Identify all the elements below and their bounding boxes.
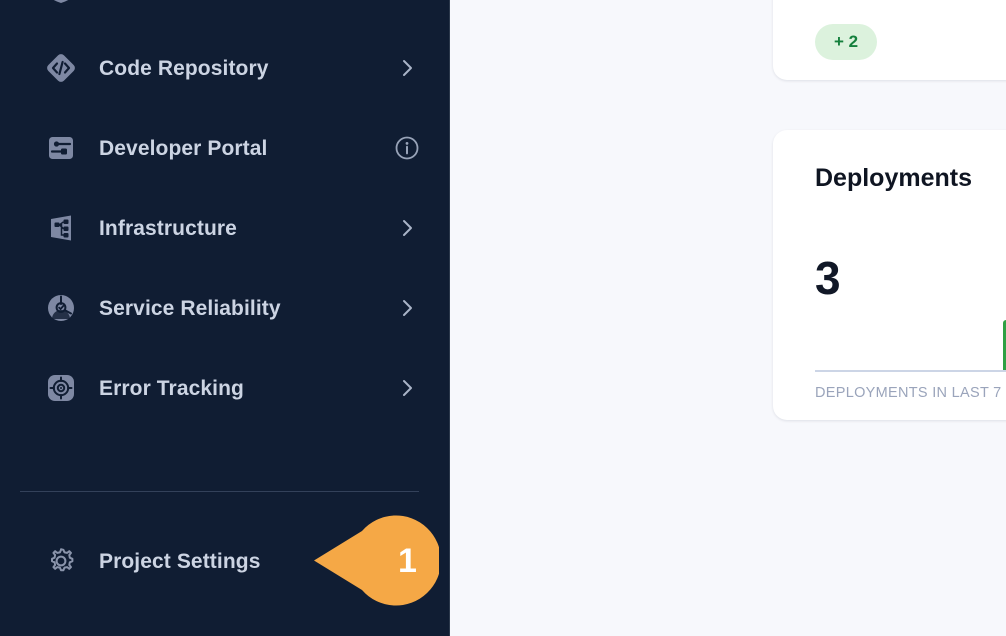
card-title: Deployments [815,164,972,192]
service-reliability-icon [44,291,78,325]
sidebar: Chaos Engineering Code Re [0,0,450,636]
chevron-right-icon[interactable] [394,295,420,321]
chaos-engineering-icon [44,0,78,5]
chart-baseline [815,370,1006,372]
sidebar-item-service-reliability[interactable]: Service Reliability [0,268,449,348]
chevron-right-icon[interactable] [394,215,420,241]
sidebar-item-label: Error Tracking [99,376,244,400]
sidebar-item-label: Developer Portal [99,136,268,160]
status-badge: + 2 [815,24,878,60]
app-root: Chaos Engineering Code Re [0,0,1006,636]
chevron-right-icon[interactable] [394,55,420,81]
summary-card: + 2 [773,0,1006,80]
main-content: + 2 Deployments 3 DEPLOYMENTS IN LAST 7 [451,0,1006,636]
sidebar-item-code-repository[interactable]: Code Repository [0,28,449,108]
developer-portal-icon [44,131,78,165]
gear-icon [44,544,78,578]
chart-caption: DEPLOYMENTS IN LAST 7 [815,385,1002,401]
deployments-count: 3 [815,252,841,304]
info-circle-icon[interactable] [394,135,420,161]
sidebar-item-label: Project Settings [99,549,261,573]
sidebar-divider [20,491,419,492]
chevron-right-icon[interactable] [394,0,420,1]
infrastructure-icon [44,211,78,245]
deployments-card: Deployments 3 DEPLOYMENTS IN LAST 7 [773,130,1006,420]
sidebar-item-error-tracking[interactable]: Error Tracking [0,348,449,428]
error-tracking-icon [44,371,78,405]
sidebar-item-infrastructure[interactable]: Infrastructure [0,188,449,268]
code-repository-icon [44,51,78,85]
sidebar-item-label: Code Repository [99,56,269,80]
sidebar-item-developer-portal[interactable]: Developer Portal [0,108,449,188]
sidebar-nav-list: Chaos Engineering Code Re [0,0,449,428]
sidebar-item-chaos-engineering[interactable]: Chaos Engineering [0,0,449,28]
sidebar-item-label: Service Reliability [99,296,281,320]
sidebar-item-label: Infrastructure [99,216,237,240]
sidebar-item-project-settings[interactable]: Project Settings [0,521,449,601]
chevron-right-icon[interactable] [394,375,420,401]
